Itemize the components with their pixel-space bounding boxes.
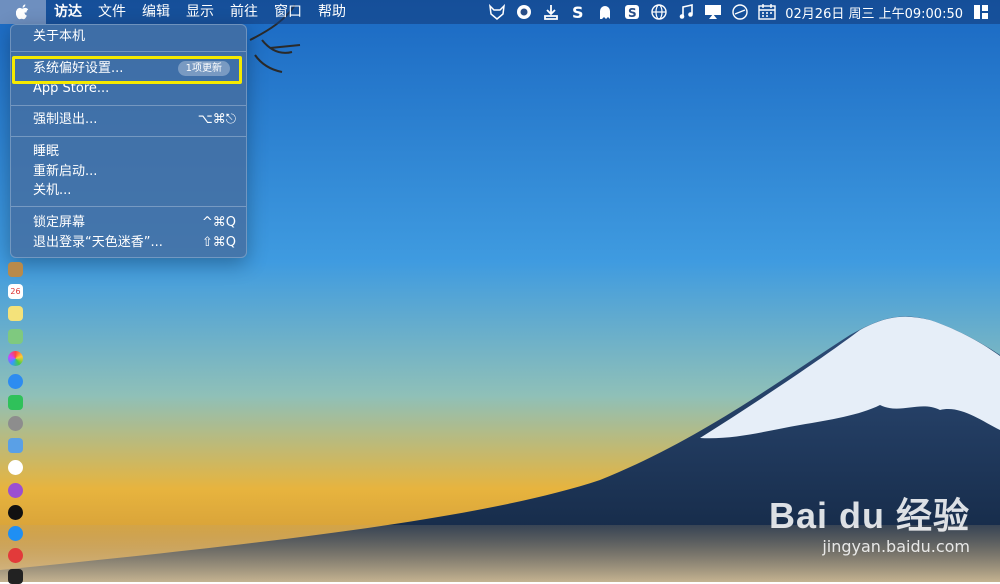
- firefox-fox-icon[interactable]: [488, 3, 506, 21]
- menu-finder[interactable]: 访达: [46, 0, 90, 24]
- podcasts-icon[interactable]: [8, 483, 23, 498]
- menu-item-shutdown[interactable]: 关机...: [33, 181, 236, 201]
- menu-item-label: 退出登录“天色迷香”...: [33, 235, 163, 250]
- menu-item-label: 强制退出...: [33, 112, 98, 127]
- airplay-icon[interactable]: [704, 3, 722, 21]
- apple-logo-icon: [16, 4, 29, 20]
- ghost-icon[interactable]: [596, 3, 614, 21]
- menu-separator: [11, 51, 246, 52]
- wechat-icon[interactable]: [8, 395, 23, 410]
- notes-icon[interactable]: [8, 306, 23, 321]
- menu-item-restart[interactable]: 重新启动...: [33, 162, 236, 182]
- menu-edit[interactable]: 编辑: [134, 0, 178, 24]
- menu-item-logout[interactable]: 退出登录“天色迷香”... ⇧⌘Q: [33, 233, 236, 253]
- keynote-icon[interactable]: [8, 438, 23, 453]
- globe-icon[interactable]: [650, 3, 668, 21]
- vivaldi-icon[interactable]: [8, 548, 23, 563]
- sogou-input-icon[interactable]: S: [623, 3, 641, 21]
- contacts-icon[interactable]: [8, 262, 23, 277]
- shortcut-label: ⌥⌘⎋: [197, 112, 236, 127]
- shortcut-label: ⇧⌘Q: [201, 235, 236, 250]
- apple-menu-button[interactable]: [0, 0, 46, 24]
- shortcut-label: ^⌘Q: [201, 215, 236, 230]
- menu-item-label: 关于本机: [33, 29, 86, 44]
- menu-item-label: 锁定屏幕: [33, 215, 86, 230]
- watermark-logo: Bai du 经验: [768, 495, 970, 536]
- menu-help[interactable]: 帮助: [310, 0, 354, 24]
- menu-separator: [11, 105, 246, 106]
- download-icon[interactable]: [542, 3, 560, 21]
- maps-icon[interactable]: [8, 329, 23, 344]
- status-area: S S 02月26日 周三 上午09:00:50: [488, 0, 1000, 24]
- menu-file[interactable]: 文件: [90, 0, 134, 24]
- s-app-icon[interactable]: S: [569, 3, 587, 21]
- messages-icon[interactable]: [8, 374, 23, 389]
- grid-icon[interactable]: [972, 3, 990, 21]
- music-icon[interactable]: [8, 460, 23, 475]
- menu-view[interactable]: 显示: [178, 0, 222, 24]
- music-note-icon[interactable]: [677, 3, 695, 21]
- calendar-icon[interactable]: [758, 3, 776, 21]
- appletv-icon[interactable]: [8, 505, 23, 520]
- menu-item-lock-screen[interactable]: 锁定屏幕 ^⌘Q: [33, 213, 236, 233]
- menu-window[interactable]: 窗口: [266, 0, 310, 24]
- menu-item-label: 重新启动...: [33, 164, 98, 179]
- menu-item-label: 关机...: [33, 183, 72, 198]
- menu-item-about-this-mac[interactable]: 关于本机: [33, 27, 236, 47]
- photos-icon[interactable]: [8, 351, 23, 366]
- highlight-annotation-box: [12, 56, 242, 84]
- menu-item-force-quit[interactable]: 强制退出... ⌥⌘⎋: [33, 110, 236, 130]
- menu-separator: [11, 206, 246, 207]
- preferences-icon[interactable]: [8, 416, 23, 431]
- svg-text:S: S: [628, 6, 637, 20]
- menu-bar: 访达 文件 编辑 显示 前往 窗口 帮助 S S 02月26日 周三 上午09:…: [0, 0, 1000, 24]
- calendar-icon[interactable]: 26: [8, 284, 23, 299]
- menu-separator: [11, 136, 246, 137]
- appstore-icon[interactable]: [8, 526, 23, 541]
- menu-item-sleep[interactable]: 睡眠: [33, 142, 236, 162]
- menu-item-label: 睡眠: [33, 144, 60, 159]
- record-icon[interactable]: [515, 3, 533, 21]
- watermark-url: jingyan.baidu.com: [822, 537, 970, 556]
- baidu-watermark: Bai du 经验 jingyan.baidu.com: [769, 487, 970, 556]
- menu-clock[interactable]: 02月26日 周三 上午09:00:50: [785, 3, 963, 22]
- svg-text:S: S: [572, 4, 584, 20]
- menu-go[interactable]: 前往: [222, 0, 266, 24]
- clock-sync-icon[interactable]: [731, 3, 749, 21]
